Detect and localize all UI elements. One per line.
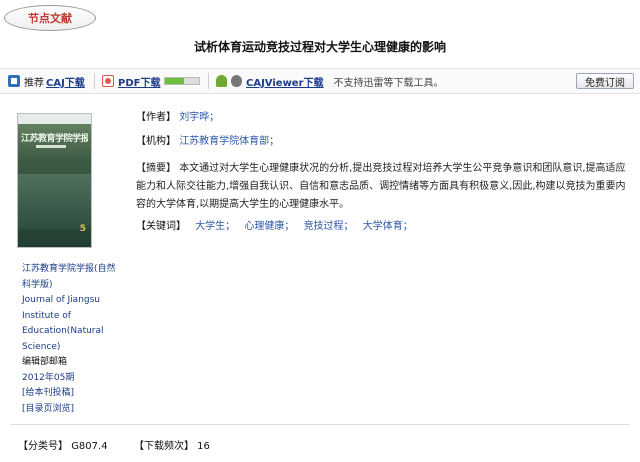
classification-label: 【分类号】 xyxy=(18,441,68,452)
journal-cover-image[interactable]: 江苏教育学院学报 5 xyxy=(17,113,92,248)
cover-issue-number: 5 xyxy=(79,224,86,234)
abstract-label: 【摘要】 xyxy=(136,163,176,174)
institution-link[interactable]: 江苏教育学院体育部； xyxy=(179,136,279,147)
pdf-download-link[interactable]: PDF下载 xyxy=(118,74,160,89)
author-field: 【作者】 刘宇晔； xyxy=(136,110,219,126)
pdf-icon xyxy=(102,75,114,87)
cover-top-band xyxy=(18,114,91,124)
journal-issue[interactable]: 2012年05期 xyxy=(22,371,122,387)
node-article-label: 节点文献 xyxy=(28,12,72,25)
author-label: 【作者】 xyxy=(136,112,176,123)
institution-label: 【机构】 xyxy=(136,136,176,147)
divider xyxy=(10,424,630,425)
abstract-text: 本文通过对大学生心理健康状况的分析,提出竞技过程对培养大学生公平竞争意识和团队意… xyxy=(136,163,626,210)
keyword-link[interactable]: 竞技过程； xyxy=(304,221,354,232)
keywords-field: 【关键词】 大学生； 心理健康； 竞技过程； 大学体育； xyxy=(136,219,413,235)
recommend-icon xyxy=(8,75,20,87)
classification-value: G807.4 xyxy=(71,441,108,452)
journal-name-cn[interactable]: 江苏教育学院学报(自然科学版) xyxy=(22,262,122,293)
caj-download-button[interactable]: CAJ下载 xyxy=(46,74,85,89)
journal-name-en[interactable]: Journal of Jiangsu Institute of Educatio… xyxy=(22,293,122,355)
download-count-label: 【下载频次】 xyxy=(133,441,194,452)
download-toolbar: 推荐 CAJ下载 PDF下载 CAJViewer下载 不支持迅雷等下载工具。 免… xyxy=(0,68,640,94)
editor-email-label: 编辑部邮箱 xyxy=(22,357,68,367)
abstract-field: 【摘要】 本文通过对大学生心理健康状况的分析,提出竞技过程对培养大学生公平竞争意… xyxy=(136,160,626,214)
download-note: 不支持迅雷等下载工具。 xyxy=(333,77,444,89)
recommend-label: 推荐 xyxy=(24,77,44,89)
pdf-progress-bar xyxy=(164,77,201,85)
footer-info: 【分类号】 G807.4 【下载频次】 16 xyxy=(18,437,210,452)
submit-manuscript-link[interactable]: [给本刊投稿] xyxy=(22,386,122,402)
node-article-badge: 节点文献 xyxy=(4,5,96,31)
cover-subtitle-bar xyxy=(36,145,66,148)
pdf-download-button[interactable]: PDF下载 xyxy=(102,74,201,89)
toolbar-divider xyxy=(208,73,209,89)
keyword-link[interactable]: 大学体育； xyxy=(363,221,413,232)
cajviewer-download-button[interactable]: CAJViewer下载 不支持迅雷等下载工具。 xyxy=(216,74,444,89)
keyword-link[interactable]: 心理健康； xyxy=(244,221,294,232)
cover-title: 江苏教育学院学报 xyxy=(21,134,88,144)
keywords-label: 【关键词】 xyxy=(136,221,186,232)
cover-image-area xyxy=(18,174,91,229)
keyword-link[interactable]: 大学生； xyxy=(195,221,235,232)
toc-browse-link[interactable]: [目录页浏览] xyxy=(22,402,122,418)
apple-icon xyxy=(231,75,242,87)
author-link[interactable]: 刘宇晔； xyxy=(179,112,219,123)
cajviewer-download-link[interactable]: CAJViewer下载 xyxy=(246,74,324,89)
caj-download-link[interactable]: CAJ下载 xyxy=(46,74,85,89)
android-icon xyxy=(216,75,227,87)
toolbar-divider xyxy=(94,73,95,89)
free-subscribe-button[interactable]: 免费订阅 xyxy=(576,73,634,89)
pdf-progress-fill xyxy=(165,78,185,84)
page-title: 试析体育运动竞技过程对大学生心理健康的影响 xyxy=(193,40,446,54)
journal-info: 江苏教育学院学报(自然科学版) Journal of Jiangsu Insti… xyxy=(22,262,122,417)
institution-field: 【机构】 江苏教育学院体育部； xyxy=(136,134,279,150)
download-count-value: 16 xyxy=(197,441,210,452)
recommend-button[interactable]: 推荐 xyxy=(8,74,44,89)
